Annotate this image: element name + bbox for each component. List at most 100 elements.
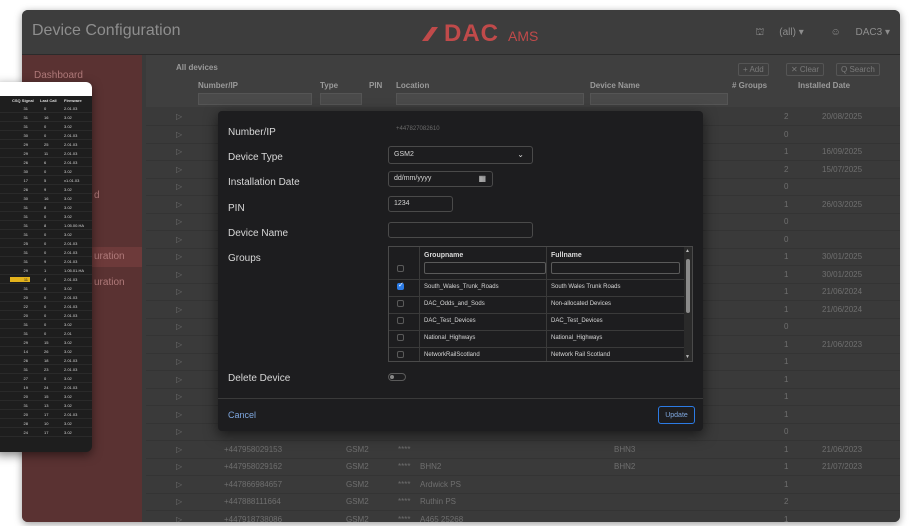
sheet-row: 26 6 2.01.03 [0, 160, 92, 167]
column-header-pin[interactable]: PIN [369, 81, 382, 90]
update-button[interactable]: Update [658, 406, 695, 424]
group-checkbox[interactable] [397, 334, 404, 341]
pin-input[interactable]: 1234 [388, 196, 453, 212]
expand-row-icon[interactable]: ▷ [176, 235, 182, 244]
group-checkbox[interactable] [397, 281, 404, 290]
expand-row-icon[interactable]: ▷ [176, 217, 182, 226]
expand-row-icon[interactable]: ▷ [176, 375, 182, 384]
sheet-row: 31 0 3.02 [0, 286, 92, 293]
sheet-cell-last-call: 16 [44, 115, 49, 120]
column-header-installed-date[interactable]: Installed Date [798, 81, 850, 90]
group-row[interactable]: South_Wales_Trunk_Roads South Wales Trunk… [389, 279, 685, 297]
sidebar-item-partial-3[interactable]: uration [94, 277, 125, 288]
cell-location: Ardwick PS [420, 479, 461, 489]
group-row[interactable]: NetworkRailScotland Network Rail Scotland [389, 347, 685, 361]
expand-row-icon[interactable]: ▷ [176, 462, 182, 471]
expand-row-icon[interactable]: ▷ [176, 480, 182, 489]
expand-row-icon[interactable]: ▷ [176, 252, 182, 261]
expand-row-icon[interactable]: ▷ [176, 392, 182, 401]
column-header-groups[interactable]: # Groups [732, 81, 767, 90]
device-type-select[interactable]: GSM2 ⌄ [388, 146, 533, 164]
expand-row-icon[interactable]: ▷ [176, 445, 182, 454]
filter-number[interactable] [198, 93, 312, 105]
cancel-button[interactable]: Cancel [228, 410, 256, 420]
table-row[interactable]: ▷ +447958029162 GSM2 **** BHN2 BHN2 1 21/07/202… [146, 458, 900, 476]
groups-scrollbar[interactable]: ▲ ▼ [684, 247, 692, 361]
column-header-type[interactable]: Type [320, 81, 338, 90]
cell-installed-date: 15/07/2025 [822, 164, 863, 174]
expand-row-icon[interactable]: ▷ [176, 147, 182, 156]
expand-row-icon[interactable]: ▷ [176, 270, 182, 279]
expand-row-icon[interactable]: ▷ [176, 427, 182, 436]
table-row[interactable]: ▷ +447958029153 GSM2 **** BHN3 1 21/06/2023 [146, 441, 900, 459]
group-row[interactable]: DAC_Test_Devices DAC_Test_Devices [389, 313, 685, 331]
filter-device-name[interactable] [590, 93, 728, 105]
expand-row-icon[interactable]: ▷ [176, 340, 182, 349]
expand-row-icon[interactable]: ▷ [176, 322, 182, 331]
sheet-cell-firmware: 3.02 [64, 115, 72, 120]
group-row[interactable]: National_Highways National_Highways [389, 330, 685, 348]
expand-row-icon[interactable]: ▷ [176, 410, 182, 419]
fullname-header[interactable]: Fullname [551, 252, 582, 259]
search-button[interactable]: Q Search [836, 63, 880, 76]
expand-row-icon[interactable]: ▷ [176, 287, 182, 296]
expand-row-icon[interactable]: ▷ [176, 497, 182, 506]
cell-groups: 0 [784, 322, 789, 331]
sidebar-item-dashboard[interactable]: Dashboard [34, 70, 83, 81]
expand-row-icon[interactable]: ▷ [176, 200, 182, 209]
fullname-filter[interactable] [551, 262, 680, 274]
cell-groups: 2 [784, 112, 789, 121]
sheet-row: 30 16 3.02 [0, 196, 92, 203]
top-bar: Device Configuration DAC AMS ⛫ (all) ▾ ☺… [22, 10, 900, 55]
filter-type[interactable] [320, 93, 362, 105]
group-checkbox[interactable] [397, 317, 404, 324]
group-checkbox[interactable] [397, 351, 404, 358]
calendar-icon[interactable]: ▦ [478, 174, 486, 183]
groupname-filter[interactable] [424, 262, 546, 274]
expand-row-icon[interactable]: ▷ [176, 130, 182, 139]
user-selector[interactable]: ☺ DAC3 ▾ [819, 27, 890, 38]
expand-row-icon[interactable]: ▷ [176, 515, 182, 523]
column-header-device-name[interactable]: Device Name [590, 81, 640, 90]
expand-row-icon[interactable]: ▷ [176, 305, 182, 314]
column-header-location[interactable]: Location [396, 81, 429, 90]
sheet-header-csq: CSQ Signal [12, 98, 34, 103]
scroll-up-icon[interactable]: ▲ [685, 248, 690, 254]
sheet-cell-firmware: 2.01.03 [64, 133, 78, 138]
column-header-number[interactable]: Number/IP [198, 81, 238, 90]
sheet-cell-firmware: 2.01.03 [64, 250, 78, 255]
device-name-input[interactable] [388, 222, 533, 238]
select-all-checkbox[interactable] [397, 265, 404, 272]
sidebar-item-partial-1[interactable]: d [94, 190, 100, 201]
groupname-header[interactable]: Groupname [424, 252, 463, 259]
cell-device-name: BHN3 [614, 444, 636, 454]
scope-selector[interactable]: ⛫ (all) ▾ [743, 27, 803, 38]
installation-date-input[interactable]: dd/mm/yyyy ▦ [388, 171, 493, 187]
grid-header: All devices + Add ✕ Clear Q Search Numbe… [146, 55, 900, 107]
filter-location[interactable] [396, 93, 584, 105]
expand-row-icon[interactable]: ▷ [176, 165, 182, 174]
group-checkbox[interactable] [397, 300, 404, 307]
delete-device-toggle[interactable] [388, 373, 406, 381]
table-row[interactable]: ▷ +447866984657 GSM2 **** Ardwick PS 1 [146, 476, 900, 494]
expand-row-icon[interactable]: ▷ [176, 182, 182, 191]
sheet-cell-last-call: 0 [44, 133, 47, 138]
expand-row-icon[interactable]: ▷ [176, 357, 182, 366]
sheet-cell-csq: 31 [23, 115, 28, 120]
user-menu[interactable]: ⛫ (all) ▾ ☺ DAC3 ▾ [731, 27, 890, 40]
clear-button[interactable]: ✕ Clear [786, 63, 825, 76]
add-button[interactable]: + Add [738, 63, 769, 76]
table-row[interactable]: ▷ +447918738086 GSM2 **** A465 25268 1 [146, 511, 900, 523]
sheet-row: 20 17 2.01.03 [0, 412, 92, 419]
group-row[interactable]: DAC_Odds_and_Sods Non-allocated Devices [389, 296, 685, 314]
expand-row-icon[interactable]: ▷ [176, 112, 182, 121]
sheet-row: 31 0 3.02 [0, 124, 92, 131]
installation-date-placeholder: dd/mm/yyyy [394, 175, 432, 182]
scroll-down-icon[interactable]: ▼ [685, 354, 690, 360]
table-row[interactable]: ▷ +447888111664 GSM2 **** Ruthin PS 2 [146, 493, 900, 511]
sheet-row: 20 0 2.01.03 [0, 313, 92, 320]
scrollbar-thumb[interactable] [686, 259, 690, 313]
sidebar-item-partial-2[interactable]: uration [94, 251, 125, 262]
cell-type: GSM2 [346, 444, 369, 454]
sheet-cell-firmware: 3.02 [64, 340, 72, 345]
